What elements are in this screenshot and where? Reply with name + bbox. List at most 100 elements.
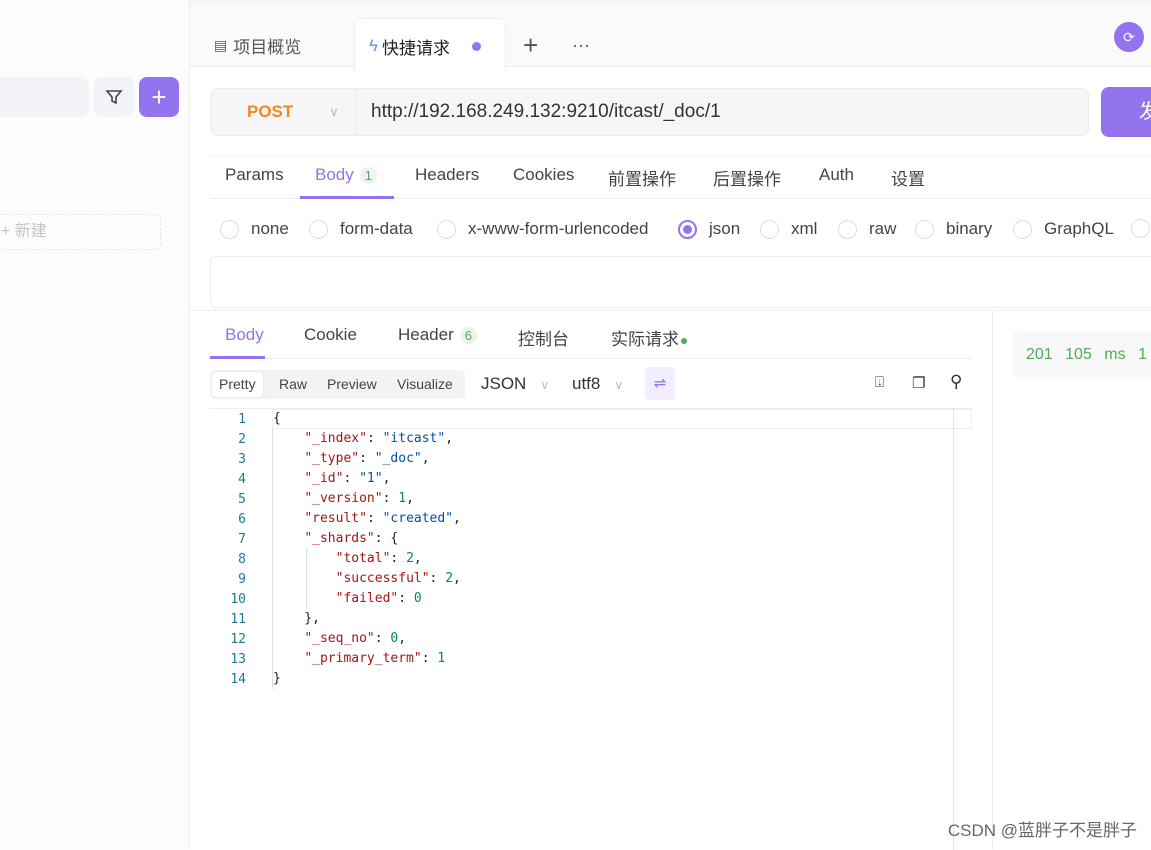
visualize-button[interactable]: Visualize bbox=[390, 372, 460, 397]
code-token: "_index" bbox=[304, 431, 367, 446]
code-token: , bbox=[453, 511, 461, 526]
radio-more[interactable] bbox=[1131, 219, 1151, 238]
tab-post-ops[interactable]: 后置操作 bbox=[713, 165, 781, 190]
code-line: "_index": "itcast", bbox=[273, 431, 453, 446]
code-token: , bbox=[421, 451, 430, 466]
status-dot bbox=[681, 337, 687, 344]
code-token: : { bbox=[374, 531, 399, 546]
body-editor[interactable] bbox=[210, 256, 1151, 308]
line-number: 14 bbox=[230, 672, 246, 687]
radio-graphql[interactable]: GraphQL bbox=[1013, 219, 1114, 239]
add-button[interactable]: + bbox=[139, 77, 179, 117]
code-token: : bbox=[390, 551, 407, 566]
line-number: 2 bbox=[238, 432, 246, 447]
resp-tab-header[interactable]: Header 6 bbox=[398, 325, 477, 345]
radio-raw[interactable]: raw bbox=[838, 219, 896, 239]
code-token: "created" bbox=[382, 511, 454, 526]
code-token: : bbox=[343, 471, 360, 486]
code-token: , bbox=[445, 431, 454, 446]
response-status: 201 105 ms 1 bbox=[1012, 331, 1151, 379]
header-badge: 6 bbox=[459, 327, 477, 344]
filter-button[interactable] bbox=[94, 77, 134, 117]
radio-xml[interactable]: xml bbox=[760, 219, 817, 239]
send-button[interactable]: 发 bbox=[1101, 87, 1151, 137]
line-number: 5 bbox=[238, 492, 246, 507]
panel-divider[interactable] bbox=[992, 310, 993, 849]
resp-tab-actual-request[interactable]: 实际请求 bbox=[611, 325, 687, 350]
line-number: 4 bbox=[238, 472, 246, 487]
radio-urlencoded[interactable]: x-www-form-urlencoded bbox=[437, 219, 648, 239]
chevron-down-icon: ∨ bbox=[329, 104, 339, 119]
code-token: : bbox=[374, 631, 391, 646]
search-input[interactable] bbox=[0, 77, 89, 117]
url-input[interactable]: http://192.168.249.132:9210/itcast/_doc/… bbox=[357, 88, 1089, 136]
watermark: CSDN @蓝胖子不是胖子 bbox=[947, 821, 1137, 840]
download-icon[interactable]: ⍗ bbox=[875, 374, 884, 391]
method-select[interactable]: POST ∨ bbox=[210, 88, 357, 136]
encoding-select[interactable]: utf8 ∨ bbox=[572, 374, 623, 394]
tab-body[interactable]: Body 1 bbox=[315, 165, 377, 185]
copy-icon[interactable]: ❐ bbox=[912, 374, 925, 392]
wrap-icon[interactable]: ⇌ bbox=[645, 367, 675, 400]
code-line: "_shards": { bbox=[273, 531, 398, 546]
radio-none[interactable]: none bbox=[220, 219, 289, 239]
tab-params[interactable]: Params bbox=[225, 165, 284, 185]
code-token: "result" bbox=[304, 511, 367, 526]
resp-tab-body[interactable]: Body bbox=[225, 325, 264, 345]
line-number: 9 bbox=[238, 572, 246, 587]
tab-project-overview[interactable]: ▤ 项目概览 bbox=[214, 18, 301, 73]
new-tab-button[interactable]: + bbox=[523, 18, 538, 73]
tab-pre-ops[interactable]: 前置操作 bbox=[608, 165, 676, 190]
pretty-button[interactable]: Pretty bbox=[212, 372, 263, 397]
resp-tab-console[interactable]: 控制台 bbox=[518, 325, 569, 350]
resp-tab-cookie[interactable]: Cookie bbox=[304, 325, 357, 345]
sync-icon[interactable]: ⟳ bbox=[1114, 22, 1144, 52]
code-token: 2 bbox=[406, 551, 414, 566]
code-token: "successful" bbox=[335, 571, 430, 586]
raw-button[interactable]: Raw bbox=[272, 372, 314, 397]
format-group: Pretty Raw Preview Visualize bbox=[210, 370, 465, 399]
code-token: : bbox=[398, 591, 414, 606]
tab-quick-request[interactable]: ϟ 快捷请求 bbox=[354, 18, 506, 73]
search-icon[interactable]: ⚲ bbox=[950, 372, 962, 392]
radio-binary[interactable]: binary bbox=[915, 219, 992, 239]
new-button[interactable]: + 新建 bbox=[0, 214, 161, 250]
unsaved-dot bbox=[472, 41, 481, 51]
code-token: : bbox=[382, 491, 399, 506]
active-tab-indicator bbox=[210, 356, 265, 359]
code-line: "_type": "_doc", bbox=[273, 451, 430, 466]
code-line: "result": "created", bbox=[273, 511, 461, 526]
code-token: }, bbox=[273, 611, 320, 626]
code-token: "_seq_no" bbox=[304, 631, 375, 646]
line-number: 13 bbox=[230, 652, 246, 667]
line-number: 6 bbox=[238, 512, 246, 527]
tab-settings[interactable]: 设置 bbox=[891, 165, 925, 190]
code-token: "_shards" bbox=[304, 531, 375, 546]
tab-auth[interactable]: Auth bbox=[819, 165, 854, 185]
code-line: }, bbox=[273, 611, 320, 626]
active-tab-indicator bbox=[300, 196, 394, 199]
more-icon[interactable]: ··· bbox=[572, 18, 590, 73]
code-token: , bbox=[382, 471, 391, 486]
radio-json[interactable]: json bbox=[678, 219, 740, 239]
tab-headers[interactable]: Headers bbox=[415, 165, 479, 185]
preview-button[interactable]: Preview bbox=[320, 372, 384, 397]
scrollbar[interactable] bbox=[953, 409, 954, 850]
code-token: : bbox=[359, 451, 375, 466]
tab-cookies[interactable]: Cookies bbox=[513, 165, 574, 185]
code-line: "_seq_no": 0, bbox=[273, 631, 406, 646]
divider bbox=[210, 358, 972, 359]
code-token: "_version" bbox=[304, 491, 383, 506]
body-badge: 1 bbox=[359, 167, 377, 184]
line-number: 1 bbox=[238, 412, 246, 427]
code-token: } bbox=[273, 671, 281, 686]
chevron-down-icon: ∨ bbox=[614, 378, 624, 392]
line-number: 10 bbox=[230, 592, 246, 607]
response-code[interactable]: 1 {2 "_index": "itcast", 3 "_type": "_doc"… bbox=[210, 408, 972, 850]
format-select[interactable]: JSON ∨ bbox=[481, 374, 549, 394]
radio-form-data[interactable]: form-data bbox=[309, 219, 413, 239]
